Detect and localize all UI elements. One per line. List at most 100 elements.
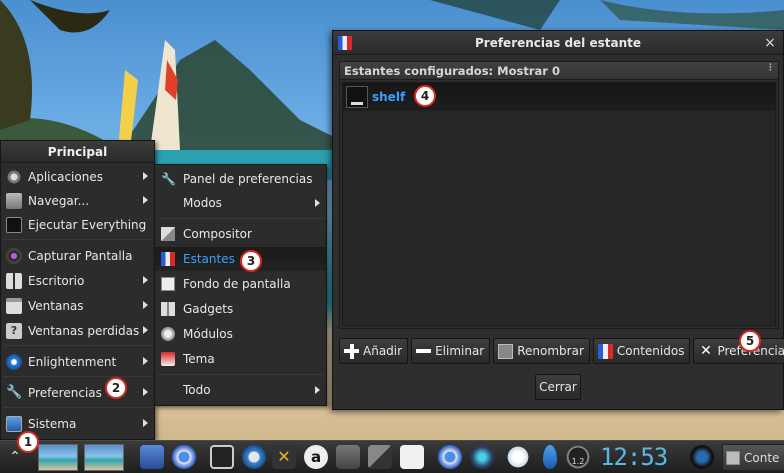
chevron-right-icon (143, 276, 148, 284)
gadgets-icon (161, 302, 175, 316)
menu-separator (3, 376, 153, 377)
steam-app-icon[interactable] (470, 445, 494, 469)
shelf-preferences-dialog: Preferencias del estante × Estantes conf… (332, 30, 784, 410)
submenu-item-label: Gadgets (183, 302, 234, 316)
chevron-right-icon (315, 199, 320, 207)
modules-icon (161, 327, 175, 341)
list-item[interactable]: shelf (343, 83, 775, 111)
submenu-item-label: Panel de preferencias (183, 172, 313, 186)
submenu-item-label: Tema (183, 352, 215, 366)
browser-icon[interactable] (172, 445, 196, 469)
chevron-right-icon (143, 357, 148, 365)
shelf-icon (338, 36, 352, 50)
gear-icon (6, 169, 22, 185)
submenu-separator (157, 218, 325, 219)
menu-item-label: Navegar... (28, 194, 90, 208)
close-button[interactable]: Cerrar (535, 374, 581, 400)
dialog-button-bar: Añadir Eliminar Renombrar Contenidos ✕ P… (339, 338, 784, 366)
rename-icon (498, 343, 514, 359)
menu-item-preferencias[interactable]: 🔧 Preferencias (1, 381, 154, 405)
menu-item-aplicaciones[interactable]: Aplicaciones (1, 165, 154, 189)
compositor-icon (161, 227, 175, 241)
delete-button-label: Eliminar (435, 344, 485, 358)
terminal-app-icon[interactable] (210, 445, 234, 469)
submenu-item-panel-de-preferencias[interactable]: 🔧 Panel de preferencias (155, 167, 326, 191)
submenu-item-compositor[interactable]: Compositor (155, 222, 326, 246)
archive-app-icon[interactable]: a (304, 445, 328, 469)
taskbar-window-item[interactable]: Conte (722, 444, 784, 471)
calendar-app-icon[interactable] (140, 445, 164, 469)
wallpaper-icon (161, 277, 175, 291)
menu-item-capturar-pantalla[interactable]: Capturar Pantalla (1, 244, 154, 268)
submenu-item-gadgets[interactable]: Gadgets (155, 297, 326, 321)
callout-marker: 5 (739, 330, 761, 352)
submenu-separator (157, 374, 325, 375)
menu-item-ejecutar-everything[interactable]: Ejecutar Everything (1, 213, 154, 237)
submenu-item-label: Módulos (183, 327, 233, 341)
dialog-title: Preferencias del estante (474, 35, 641, 50)
dialog-titlebar[interactable]: Preferencias del estante × (333, 31, 783, 55)
window-icon (6, 298, 22, 314)
shelf-icon (597, 343, 613, 359)
inkscape-app-icon[interactable] (368, 445, 392, 469)
submenu-item-modos[interactable]: Modos (155, 191, 326, 215)
blank-icon (161, 383, 175, 397)
browser-icon[interactable] (438, 445, 462, 469)
document-app-icon[interactable] (400, 445, 424, 469)
menu-item-ventanas-perdidas[interactable]: ? Ventanas perdidas (1, 319, 154, 343)
submenu-item-fondo-de-pantalla[interactable]: Fondo de pantalla (155, 272, 326, 296)
menu-item-label: Ventanas perdidas (28, 324, 140, 338)
chevron-right-icon (143, 419, 148, 427)
rename-button[interactable]: Renombrar (493, 338, 590, 364)
chevron-right-icon (143, 301, 148, 309)
water-drop-icon[interactable] (543, 445, 557, 469)
desktop-pager-2[interactable] (84, 444, 124, 471)
wrench-icon: 🔧 (6, 385, 23, 400)
shelf-name: shelf (372, 90, 406, 104)
grip-icon: ⋮ (766, 63, 775, 73)
crossover-app-icon[interactable]: ✕ (272, 445, 296, 469)
submenu-item-todo[interactable]: Todo (155, 378, 326, 402)
minus-icon (416, 343, 432, 359)
clock[interactable]: 12:53 (600, 443, 668, 471)
lightbulb-icon[interactable] (506, 445, 530, 469)
section-title-text: Estantes configurados: Mostrar 0 (344, 64, 560, 78)
submenu-item-label: Todo (183, 383, 211, 397)
contents-button[interactable]: Contenidos (592, 338, 691, 364)
shelf-list[interactable]: shelf (342, 82, 776, 326)
configured-shelves-frame: Estantes configurados: Mostrar 0 ⋮ shelf (339, 61, 779, 329)
gimp-app-icon[interactable] (336, 445, 360, 469)
window-icon (726, 450, 740, 465)
menu-item-ventanas[interactable]: Ventanas (1, 294, 154, 318)
callout-marker: 1 (17, 431, 39, 453)
desktop-grid-icon (6, 273, 22, 289)
camera-icon (6, 248, 22, 264)
callout-marker: 2 (105, 377, 127, 399)
close-icon[interactable]: × (763, 36, 777, 50)
cpu-gauge-icon: 1.2 (566, 445, 590, 469)
chevron-right-icon (143, 326, 148, 334)
add-button[interactable]: Añadir (339, 338, 409, 364)
menu-item-escritorio[interactable]: Escritorio (1, 269, 154, 293)
menu-item-enlightenment[interactable]: Enlightenment (1, 350, 154, 374)
menu-separator (3, 239, 153, 240)
submenu-item-modulos[interactable]: Módulos (155, 322, 326, 346)
menu-item-navegar[interactable]: Navegar... (1, 189, 154, 213)
plus-icon (344, 343, 359, 359)
delete-button[interactable]: Eliminar (411, 338, 491, 364)
menu-item-label: Sistema (28, 417, 77, 431)
submenu-item-label: Fondo de pantalla (183, 277, 291, 291)
chevron-right-icon (143, 196, 148, 204)
submenu-item-tema[interactable]: Tema (155, 347, 326, 371)
desktop-pager-1[interactable] (38, 444, 78, 471)
network-app-icon[interactable] (242, 445, 266, 469)
shelf-icon (161, 252, 175, 266)
music-app-icon[interactable] (690, 445, 714, 469)
terminal-icon (6, 217, 22, 233)
menu-separator (3, 345, 153, 346)
gauge-label: 1.2 (571, 457, 585, 466)
main-menu-title: Principal (1, 141, 154, 163)
callout-marker: 3 (240, 250, 262, 272)
enlightenment-icon (6, 354, 22, 370)
menu-separator (3, 407, 153, 408)
